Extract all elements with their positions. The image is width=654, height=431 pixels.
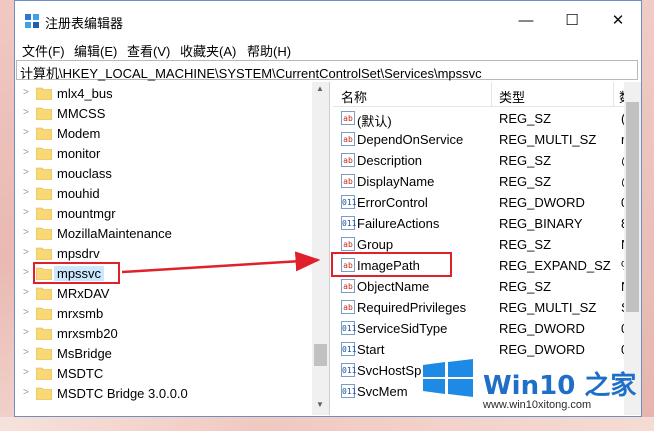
watermark: Win10 之家 www.win10xitong.com	[413, 351, 641, 417]
windows-logo-icon	[423, 359, 473, 397]
watermark-brand: Win10 之家	[483, 371, 637, 401]
watermark-url: www.win10xitong.com	[483, 399, 592, 411]
arrow-line	[121, 251, 321, 274]
